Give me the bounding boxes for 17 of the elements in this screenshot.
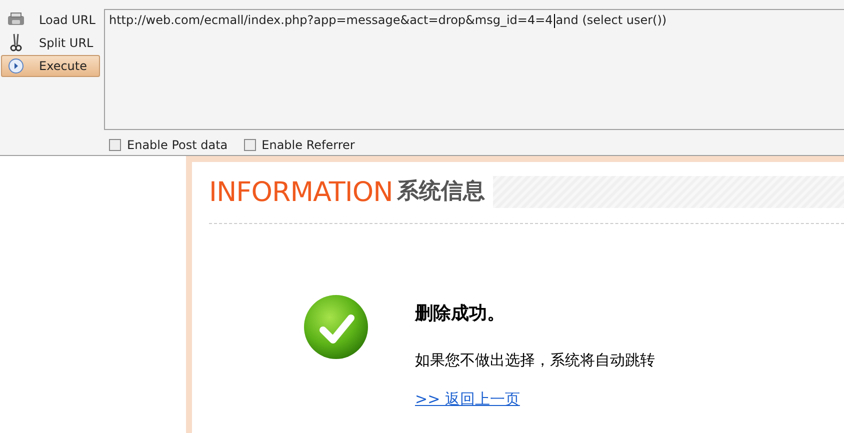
header-title: INFORMATION	[209, 178, 393, 206]
redirect-note: 如果您不做出选择，系统将自动跳转	[415, 350, 655, 371]
checkbox[interactable]	[109, 139, 121, 151]
check-icon	[303, 294, 371, 362]
url-field[interactable]: http://web.com/ecmall/index.php?app=message&act=drop&msg_id=4=4 and (select user())	[104, 9, 844, 130]
header-subtitle: 系统信息	[396, 181, 485, 203]
toolbar-button[interactable]: Execute	[1, 55, 100, 77]
checkbox-label: Enable Referrer	[262, 137, 355, 154]
success-message: 删除成功。	[415, 302, 506, 326]
toolbar-button[interactable]: Split URL	[1, 32, 100, 54]
printer-icon	[7, 12, 25, 28]
toolbar-button[interactable]: Load URL	[1, 9, 100, 31]
checkbox-label: Enable Post data	[127, 137, 228, 154]
checkbox[interactable]	[244, 139, 256, 151]
back-link[interactable]: >> 返回上一页	[415, 388, 520, 410]
scissors-icon	[10, 33, 22, 53]
play-icon	[8, 58, 24, 74]
